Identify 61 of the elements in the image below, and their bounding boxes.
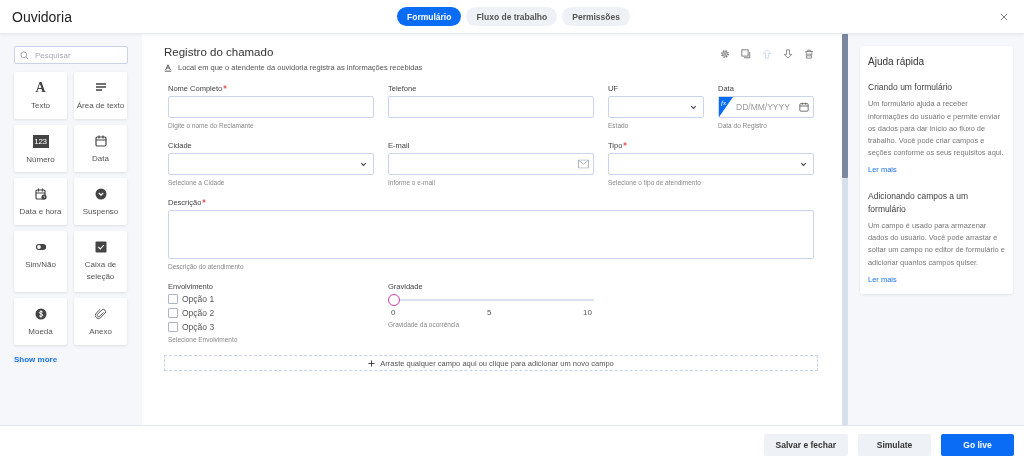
tab[interactable]: Formulário [397,7,462,26]
trash-icon[interactable] [804,49,814,59]
field-tool[interactable]: Sim/Não [14,231,67,292]
dropdown[interactable] [608,153,814,175]
primary-button[interactable]: Go live [941,434,1014,456]
field-tool[interactable]: Data [74,125,127,172]
checkbox-icon [94,241,107,253]
help-title: Ajuda rápida [868,56,926,67]
calendar-icon [94,135,107,147]
form-title: Registro do chamado [164,46,275,58]
field-tool[interactable]: 123 Número [14,125,67,172]
slider-thumb[interactable] [388,294,400,306]
secondary-button[interactable]: Salvar e fechar [763,434,848,456]
field-tool[interactable]: Área de texto [74,72,127,119]
search-field[interactable]: Pesquisar [14,46,128,64]
tab[interactable]: Permissões [562,7,630,26]
secondary-button[interactable]: Simulate [858,434,931,456]
dropdown[interactable] [608,96,704,118]
letter-icon: A [35,82,46,94]
envelope-icon [578,159,589,169]
tick-label: 5 [487,308,492,317]
tab[interactable]: Fluxo de trabalho [466,7,558,26]
window-title: Ouvidoria [12,8,72,25]
down-arrow-icon[interactable] [783,49,793,59]
option-label: Opção 1 [182,294,215,304]
settings-icon[interactable] [720,49,730,59]
dollar-icon [34,308,47,320]
checkbox[interactable] [168,294,178,304]
text-input[interactable] [388,96,594,118]
paperclip-icon [94,308,107,320]
tick-label: 0 [391,308,396,317]
help-heading: Adicionando campos a um formulário [868,190,970,216]
field-tool[interactable]: Moeda [14,298,67,345]
help-heading: Criando um formulário [868,81,954,94]
search-icon [20,50,29,60]
field-tool[interactable]: Anexo [74,298,127,345]
checkbox[interactable] [168,308,178,318]
text-area[interactable] [168,210,814,259]
calendar-clock-icon [34,188,47,200]
field-tool[interactable]: Data e hora [14,178,67,225]
dropdown[interactable] [168,153,374,175]
lines-icon [94,82,107,94]
field-tool[interactable]: Suspenso [74,178,127,225]
chevron-circle-icon [94,188,107,200]
field-tool[interactable]: Caixa de seleção [74,231,127,292]
show-more-link[interactable]: Show more [14,355,58,364]
field-tool[interactable]: A Texto [14,72,67,119]
scrollbar[interactable] [842,34,848,425]
toggle-icon [34,241,47,253]
calendar-icon [799,102,809,112]
copy-icon[interactable] [741,49,751,59]
option-label: Opção 3 [182,322,215,332]
text-format-icon [164,63,172,72]
option-label: Opção 2 [182,308,215,318]
tick-label: 10 [583,308,592,317]
close-icon[interactable] [1000,12,1008,21]
checkbox[interactable] [168,322,178,332]
email-input[interactable] [388,153,594,175]
number-icon: 123 [32,135,49,148]
plus-icon [368,359,376,367]
text-input[interactable] [168,96,374,118]
